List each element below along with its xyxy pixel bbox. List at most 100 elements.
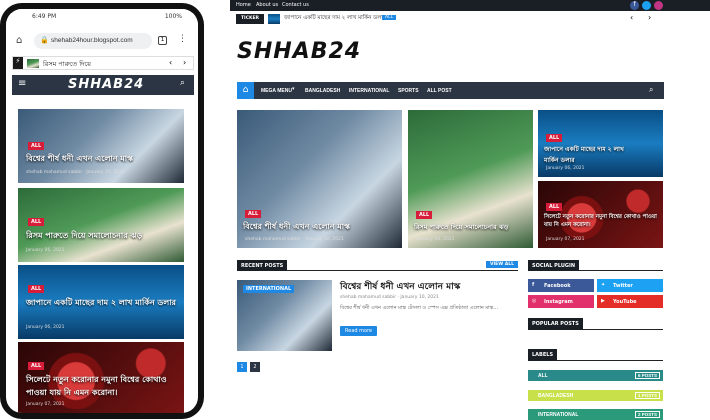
- nav-bangladesh[interactable]: BANGLADESH: [305, 88, 340, 94]
- social-label: Facebook: [544, 283, 571, 289]
- hero-badge[interactable]: ALL: [546, 203, 563, 211]
- social-label: Instagram: [544, 299, 573, 305]
- nav-mega-menu[interactable]: MEGA MENU: [261, 88, 292, 94]
- hero-right1[interactable]: ALL জাপানে একটি মাছের দাম ২ লাখ মার্কিন …: [538, 110, 663, 177]
- hero-meta: shehab mahamud sabbir · January 10, 2021: [245, 237, 344, 242]
- hero-big[interactable]: ALL বিশ্বের শীর্ষ ধনী এখন এলোন মাস্ক she…: [237, 110, 402, 248]
- instagram-icon: ◎: [532, 298, 537, 304]
- url-text: shehab24hour.blogspot.com: [51, 37, 133, 44]
- nav-sports[interactable]: SPORTS: [398, 88, 419, 94]
- status-bar: 6:49 PM 100%: [6, 9, 198, 24]
- ticker-prev-icon[interactable]: ‹: [169, 58, 172, 67]
- ticker-thumb: [268, 14, 280, 24]
- menu-dots-icon[interactable]: ⋮: [178, 34, 187, 44]
- social-youtube-button[interactable]: ▶ YouTube: [597, 295, 663, 308]
- label-bangladesh[interactable]: BANGLADESH 1 POSTS: [528, 390, 663, 401]
- facebook-icon: f: [532, 282, 535, 288]
- social-instagram-button[interactable]: ◎ Instagram: [528, 295, 594, 308]
- recent-post-title[interactable]: বিশ্বের শীর্ষ ধনী এখন এলোন মাস্ক: [340, 279, 460, 294]
- phone-ticker: ⚡ রিসম পারুতে দিয়ে ‹ ›: [12, 56, 194, 70]
- twitter-icon: ✦: [601, 282, 606, 288]
- ticker-text[interactable]: জাপানে একটি মাছের দাম ২ লাখ মার্কিন ডলার: [284, 15, 386, 23]
- nav-all-post[interactable]: ALL POST: [427, 88, 452, 94]
- label-all[interactable]: ALL 6 POSTS: [528, 370, 663, 381]
- youtube-icon: ▶: [601, 298, 605, 304]
- card-badge[interactable]: ALL: [28, 285, 45, 293]
- hero-title[interactable]: সিলেটে নতুন করোনার নমুনা বিশ্বের কোথাও প…: [544, 214, 660, 230]
- phone-card[interactable]: ALL জাপানে একটি মাছের দাম ২ লাখ মার্কিন …: [18, 265, 184, 339]
- labels-header: LABELS: [528, 349, 663, 361]
- card-title[interactable]: রিসম পারুতে দিয়ে সমালোচনার ঝড়: [26, 230, 176, 243]
- home-icon[interactable]: ⌂: [16, 35, 22, 46]
- page-1-button[interactable]: 1: [237, 362, 247, 372]
- tabs-button[interactable]: 1: [158, 36, 167, 45]
- nav-search-icon[interactable]: ⌕: [649, 85, 653, 95]
- hero-right2[interactable]: ALL সিলেটে নতুন করোনার নমুনা বিশ্বের কোথ…: [538, 181, 663, 248]
- label-count: 2 POSTS: [634, 411, 660, 418]
- ticker-badge[interactable]: ALL: [382, 15, 397, 20]
- hero-badge[interactable]: ALL: [245, 210, 262, 218]
- home-nav-icon[interactable]: ⌂: [237, 82, 254, 99]
- top-link-contact[interactable]: Contact us: [282, 2, 309, 8]
- card-badge[interactable]: ALL: [28, 142, 45, 150]
- phone-card[interactable]: ALL সিলেটে নতুন করোনার নমুনা বিশ্বের কোথ…: [18, 342, 184, 413]
- card-date: January 06, 2021: [26, 325, 65, 330]
- hero-title[interactable]: জাপানে একটি মাছের দাম ২ লাখ মার্কিন ডলার: [544, 144, 634, 166]
- top-link-home[interactable]: Home: [236, 2, 251, 8]
- card-badge[interactable]: ALL: [28, 362, 45, 370]
- label-name: BANGLADESH: [538, 393, 574, 399]
- hero-date: January 06, 2021: [416, 237, 455, 242]
- card-date: January 07, 2021: [26, 402, 65, 407]
- instagram-icon[interactable]: [654, 1, 663, 10]
- ticker-prev-icon[interactable]: ‹: [630, 13, 633, 22]
- ticker-next-icon[interactable]: ›: [648, 13, 651, 22]
- site-logo[interactable]: SHHAB24: [237, 39, 361, 64]
- chevron-down-icon: ▾: [292, 86, 295, 92]
- label-international[interactable]: INTERNATIONAL 2 POSTS: [528, 409, 663, 420]
- hero-badge[interactable]: ALL: [546, 134, 563, 142]
- view-all-button[interactable]: VIEW ALL: [486, 261, 518, 268]
- phone-card[interactable]: ALL বিশ্বের শীর্ষ ধনী এখন এলোন মাস্ক she…: [18, 109, 184, 183]
- label-count: 1 POSTS: [634, 392, 660, 399]
- hero-date: January 07, 2021: [546, 237, 585, 242]
- read-more-button[interactable]: Read more: [340, 326, 378, 336]
- hero-date: January 06, 2021: [546, 166, 585, 171]
- ticker-next-icon[interactable]: ›: [183, 58, 186, 67]
- ticker-text[interactable]: রিসম পারুতে দিয়ে: [43, 59, 91, 70]
- phone-card[interactable]: ALL রিসম পারুতে দিয়ে সমালোচনার ঝড় Janu…: [18, 188, 184, 262]
- label-name: INTERNATIONAL: [538, 412, 579, 418]
- hero-badge[interactable]: ALL: [416, 211, 433, 219]
- twitter-icon[interactable]: [642, 1, 651, 10]
- social-plugin-header: SOCIAL PLUGIN: [528, 260, 663, 271]
- card-title[interactable]: সিলেটে নতুন করোনার নমুনা বিশ্বের কোথাও প…: [26, 374, 176, 400]
- phone-screen: 6:49 PM 100% ⌂ 🔒 shehab24hour.blogspot.c…: [6, 9, 198, 413]
- hamburger-icon[interactable]: ≡: [18, 78, 26, 89]
- status-battery: 100%: [164, 13, 182, 20]
- social-twitter-button[interactable]: ✦ Twitter: [597, 279, 663, 292]
- hero-title[interactable]: বিশ্বের শীর্ষ ধনী এখন এলোন মাস্ক: [243, 221, 401, 234]
- popular-posts-title: POPULAR POSTS: [528, 318, 583, 330]
- facebook-icon[interactable]: f: [630, 1, 639, 10]
- recent-post-thumb[interactable]: INTERNATIONAL: [237, 280, 332, 351]
- hero-title[interactable]: রিসম পারুতে দিয়ে সমালোচনার ঝড়: [414, 222, 532, 233]
- ticker-label: TICKER: [236, 14, 264, 24]
- label-name: ALL: [538, 373, 548, 379]
- social-facebook-button[interactable]: f Facebook: [528, 279, 594, 292]
- recent-post-badge[interactable]: INTERNATIONAL: [243, 285, 295, 293]
- browser-toolbar: ⌂ 🔒 shehab24hour.blogspot.com 1 ⋮: [6, 31, 198, 51]
- top-link-about[interactable]: About us: [256, 2, 278, 8]
- hero-mid[interactable]: ALL রিসম পারুতে দিয়ে সমালোচনার ঝড় Janu…: [408, 110, 533, 248]
- phone-logo[interactable]: SHHAB24: [68, 77, 144, 92]
- recent-post-snippet: বিশ্বের শীর্ষ ধনী এখন এলোন মাস্ক টেসলা ও…: [340, 305, 499, 311]
- status-time: 6:49 PM: [32, 13, 57, 20]
- card-title[interactable]: বিশ্বের শীর্ষ ধনী এখন এলোন মাস্ক: [26, 153, 176, 166]
- page-2-button[interactable]: 2: [250, 362, 260, 372]
- nav-international[interactable]: INTERNATIONAL: [349, 88, 389, 94]
- url-bar[interactable]: 🔒 shehab24hour.blogspot.com: [34, 33, 152, 49]
- search-icon[interactable]: ⌕: [180, 78, 185, 88]
- recent-post-meta: shehab mahamud sabbir · January 10, 2021: [340, 295, 439, 300]
- card-date: January 06, 2021: [26, 248, 65, 253]
- card-title[interactable]: জাপানে একটি মাছের দাম ২ লাখ মার্কিন ডলার: [26, 297, 176, 310]
- card-badge[interactable]: ALL: [28, 218, 45, 226]
- ticker-thumb: [27, 59, 39, 68]
